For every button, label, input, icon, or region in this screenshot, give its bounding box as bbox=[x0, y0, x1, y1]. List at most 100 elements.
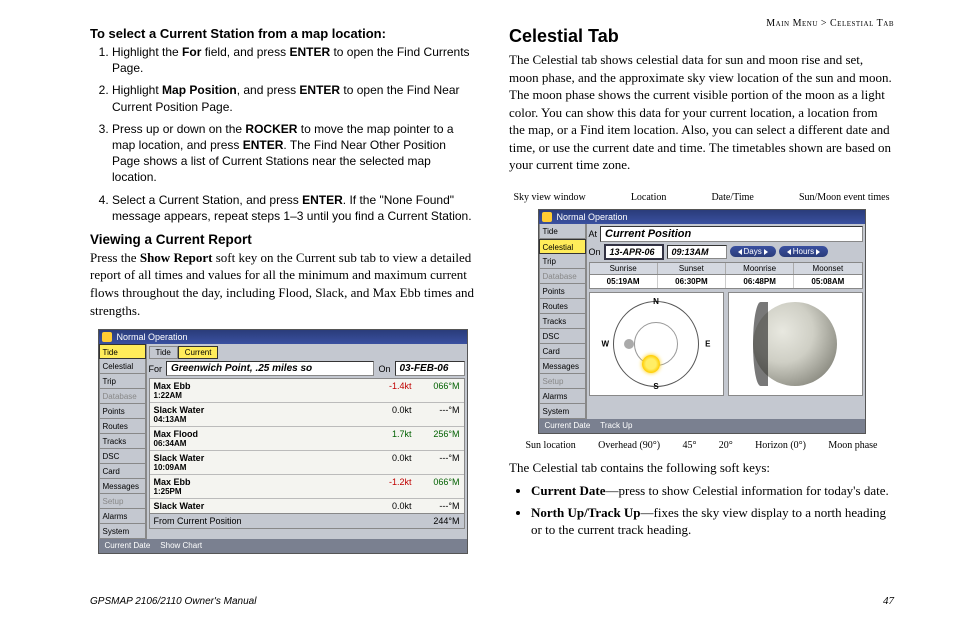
for-field[interactable]: Greenwich Point, .25 miles so bbox=[166, 361, 374, 376]
table-row: Slack Water10:09AM0.0kt---°M bbox=[150, 451, 464, 475]
hours-button[interactable]: Hours bbox=[779, 246, 828, 257]
sidebar-item[interactable]: Database bbox=[539, 269, 586, 284]
callout-label: Horizon (0°) bbox=[755, 440, 806, 451]
procedure-step: Press up or down on the ROCKER to move t… bbox=[112, 121, 475, 186]
sidebar-item[interactable]: Points bbox=[539, 284, 586, 299]
device-softkeys: Current Date Show Chart bbox=[99, 539, 467, 553]
device-screenshot-celestial: Normal Operation TideCelestialTripDataba… bbox=[538, 209, 866, 434]
sidebar-item[interactable]: Alarms bbox=[539, 389, 586, 404]
sidebar-item[interactable]: Messages bbox=[99, 479, 146, 494]
days-button[interactable]: Days bbox=[730, 246, 776, 257]
sidebar-item[interactable]: Setup bbox=[99, 494, 146, 509]
softkeys-intro: The Celestial tab contains the following… bbox=[509, 459, 894, 477]
device2-sidebar: TideCelestialTripDatabasePointsRoutesTra… bbox=[539, 224, 587, 419]
event-header: Sunset bbox=[658, 263, 726, 274]
sidebar-item[interactable]: Database bbox=[99, 389, 146, 404]
sidebar-item[interactable]: Messages bbox=[539, 359, 586, 374]
softkey[interactable]: Track Up bbox=[600, 419, 632, 433]
left-column: To select a Current Station from a map l… bbox=[90, 26, 475, 556]
sidebar-item[interactable]: Tide bbox=[539, 224, 586, 239]
sidebar-item[interactable]: Tracks bbox=[99, 434, 146, 449]
at-label: At bbox=[589, 229, 598, 239]
sidebar-item[interactable]: System bbox=[539, 404, 586, 419]
softkey[interactable]: Show Chart bbox=[160, 539, 202, 553]
date-field[interactable]: 13-APR-06 bbox=[604, 244, 664, 260]
from-label: From Current Position bbox=[154, 516, 434, 526]
section-heading: Celestial Tab bbox=[509, 26, 894, 47]
sidebar-item[interactable]: Card bbox=[539, 344, 586, 359]
event-value: 05:19AM bbox=[590, 275, 658, 288]
sidebar-item[interactable]: Tracks bbox=[539, 314, 586, 329]
sidebar-item[interactable]: Routes bbox=[539, 299, 586, 314]
on-field[interactable]: 03-FEB-06 bbox=[395, 361, 465, 376]
section-intro: The Celestial tab shows celestial data f… bbox=[509, 51, 894, 174]
footer-page-number: 47 bbox=[883, 595, 894, 607]
sidebar-item[interactable]: Routes bbox=[99, 419, 146, 434]
sidebar-item[interactable]: DSC bbox=[99, 449, 146, 464]
sky-view-window: NS EW bbox=[589, 292, 724, 396]
event-header: Moonset bbox=[794, 263, 861, 274]
event-value: 06:30PM bbox=[658, 275, 726, 288]
at-field[interactable]: Current Position bbox=[600, 226, 862, 242]
moon-marker-icon bbox=[624, 339, 634, 349]
softkeys-list: Current Date—press to show Celestial inf… bbox=[509, 482, 894, 539]
device-titlebar: Normal Operation bbox=[99, 330, 467, 344]
time-field[interactable]: 09:13AM bbox=[667, 245, 727, 259]
sidebar-item[interactable]: Setup bbox=[539, 374, 586, 389]
sidebar-item[interactable]: DSC bbox=[539, 329, 586, 344]
list-item: Current Date—press to show Celestial inf… bbox=[531, 482, 894, 500]
event-headers: SunriseSunsetMoonriseMoonset bbox=[589, 262, 863, 275]
device-subtabs: TideCurrent bbox=[149, 346, 465, 359]
moon-phase-display bbox=[728, 292, 863, 396]
on-label-2: On bbox=[589, 247, 601, 257]
callout-label: Moon phase bbox=[828, 440, 877, 451]
softkey[interactable]: Current Date bbox=[105, 539, 151, 553]
sidebar-item[interactable]: Trip bbox=[99, 374, 146, 389]
device-screenshot-currents: Normal Operation TideCelestialTripDataba… bbox=[98, 329, 468, 554]
sidebar-item[interactable]: Tide bbox=[99, 344, 146, 359]
moon-icon bbox=[753, 302, 837, 386]
callout-label: Date/Time bbox=[711, 192, 753, 203]
table-row: Slack Water04:13AM0.0kt---°M bbox=[150, 403, 464, 427]
event-values: 05:19AM06:30PM06:48PM05:08AM bbox=[589, 275, 863, 289]
sidebar-item[interactable]: System bbox=[99, 524, 146, 539]
subtab[interactable]: Current bbox=[178, 346, 219, 359]
subsection-paragraph: Press the Show Report soft key on the Cu… bbox=[90, 249, 475, 319]
subtab[interactable]: Tide bbox=[149, 346, 178, 359]
event-header: Sunrise bbox=[590, 263, 658, 274]
on-label: On bbox=[378, 364, 390, 374]
from-value: 244°M bbox=[433, 516, 459, 526]
sidebar-item[interactable]: Points bbox=[99, 404, 146, 419]
list-item: North Up/Track Up—fixes the sky view dis… bbox=[531, 504, 894, 539]
subsection-heading: Viewing a Current Report bbox=[90, 232, 475, 247]
device2-titlebar: Normal Operation bbox=[539, 210, 865, 224]
table-row: Max Flood06:34AM1.7kt256°M bbox=[150, 427, 464, 451]
callout-label: 20° bbox=[719, 440, 733, 451]
callouts-bottom: Sun locationOverhead (90°)45°20°Horizon … bbox=[512, 440, 892, 451]
callout-label: Sky view window bbox=[514, 192, 586, 203]
procedure-steps: Highlight the For field, and press ENTER… bbox=[90, 44, 475, 224]
current-data-table: Max Ebb1:22AM-1.4kt066°MSlack Water04:13… bbox=[149, 378, 465, 514]
event-value: 05:08AM bbox=[794, 275, 861, 288]
procedure-step: Highlight the For field, and press ENTER… bbox=[112, 44, 475, 76]
for-label: For bbox=[149, 364, 163, 374]
sidebar-item[interactable]: Celestial bbox=[99, 359, 146, 374]
sidebar-item[interactable]: Alarms bbox=[99, 509, 146, 524]
table-row: Max Ebb1:25PM-1.2kt066°M bbox=[150, 475, 464, 499]
sun-marker-icon bbox=[642, 355, 660, 373]
sidebar-item[interactable]: Celestial bbox=[539, 239, 586, 254]
callout-label: Sun location bbox=[526, 440, 576, 451]
procedure-step: Highlight Map Position, and press ENTER … bbox=[112, 82, 475, 114]
softkey[interactable]: Current Date bbox=[545, 419, 591, 433]
event-value: 06:48PM bbox=[726, 275, 794, 288]
callout-label: Location bbox=[631, 192, 667, 203]
table-row: Slack Water0.0kt---°M bbox=[150, 499, 464, 513]
event-header: Moonrise bbox=[726, 263, 794, 274]
sidebar-item[interactable]: Trip bbox=[539, 254, 586, 269]
footer-manual-title: GPSMAP 2106/2110 Owner's Manual bbox=[90, 596, 256, 607]
callout-label: Overhead (90°) bbox=[598, 440, 660, 451]
device2-softkeys: Current Date Track Up bbox=[539, 419, 865, 433]
sidebar-item[interactable]: Card bbox=[99, 464, 146, 479]
right-column: Celestial Tab The Celestial tab shows ce… bbox=[509, 26, 894, 556]
device-sidebar: TideCelestialTripDatabasePointsRoutesTra… bbox=[99, 344, 147, 539]
